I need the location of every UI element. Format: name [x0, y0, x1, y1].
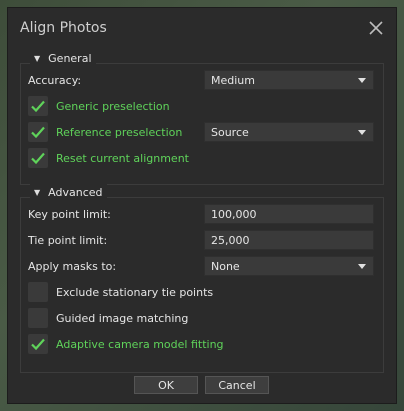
advanced-group-header[interactable]: ▼ Advanced — [30, 184, 107, 200]
checkmark-icon — [31, 100, 45, 113]
key-point-limit-value: 100,000 — [211, 207, 257, 221]
dropdown-arrow-icon — [358, 130, 366, 135]
ok-button[interactable]: OK — [134, 376, 198, 394]
collapse-triangle-icon: ▼ — [34, 187, 41, 197]
apply-masks-value: None — [211, 259, 240, 273]
reference-preselection-row[interactable]: Reference preselection — [28, 121, 182, 143]
checkmark-icon — [31, 152, 45, 165]
generic-preselection-checkbox[interactable] — [28, 96, 48, 116]
checkmark-icon — [31, 338, 45, 351]
key-point-limit-label: Key point limit: — [28, 207, 111, 221]
adaptive-fitting-label: Adaptive camera model fitting — [56, 337, 224, 351]
accuracy-value: Medium — [211, 73, 255, 87]
close-icon[interactable] — [368, 20, 384, 36]
generic-preselection-label: Generic preselection — [56, 99, 170, 113]
adaptive-fitting-checkbox[interactable] — [28, 334, 48, 354]
reset-alignment-row[interactable]: Reset current alignment — [28, 147, 189, 169]
general-group-header[interactable]: ▼ General — [30, 50, 96, 66]
general-header-label: General — [48, 51, 92, 65]
title-bar: Align Photos — [8, 8, 396, 52]
apply-masks-row: Apply masks to: — [28, 255, 116, 277]
accuracy-label: Accuracy: — [28, 73, 82, 87]
accuracy-dropdown[interactable]: Medium — [204, 70, 374, 90]
reference-preselection-label: Reference preselection — [56, 125, 183, 139]
align-photos-dialog: Align Photos ▼ General Accuracy: Medium … — [7, 7, 397, 404]
tie-point-limit-value: 25,000 — [211, 233, 250, 247]
reference-preselection-value: Source — [211, 125, 249, 139]
key-point-limit-row: Key point limit: — [28, 203, 111, 225]
dropdown-arrow-icon — [358, 78, 366, 83]
reset-alignment-checkbox[interactable] — [28, 148, 48, 168]
cancel-button[interactable]: Cancel — [205, 376, 269, 394]
exclude-stationary-label: Exclude stationary tie points — [56, 285, 214, 299]
reference-preselection-checkbox[interactable] — [28, 122, 48, 142]
key-point-limit-input[interactable]: 100,000 — [204, 204, 374, 224]
reference-preselection-dropdown[interactable]: Source — [204, 122, 374, 142]
dropdown-arrow-icon — [358, 264, 366, 269]
dialog-title: Align Photos — [20, 20, 107, 36]
generic-preselection-row[interactable]: Generic preselection — [28, 95, 170, 117]
reset-alignment-label: Reset current alignment — [56, 151, 189, 165]
exclude-stationary-checkbox[interactable] — [28, 282, 48, 302]
accuracy-row: Accuracy: — [28, 69, 81, 91]
guided-matching-label: Guided image matching — [56, 311, 189, 325]
guided-matching-row[interactable]: Guided image matching — [28, 307, 188, 329]
apply-masks-label: Apply masks to: — [28, 259, 117, 273]
advanced-header-label: Advanced — [48, 185, 103, 199]
guided-matching-checkbox[interactable] — [28, 308, 48, 328]
tie-point-limit-label: Tie point limit: — [28, 233, 108, 247]
apply-masks-dropdown[interactable]: None — [204, 256, 374, 276]
exclude-stationary-row[interactable]: Exclude stationary tie points — [28, 281, 213, 303]
tie-point-limit-input[interactable]: 25,000 — [204, 230, 374, 250]
collapse-triangle-icon: ▼ — [34, 53, 41, 63]
checkmark-icon — [31, 126, 45, 139]
adaptive-fitting-row[interactable]: Adaptive camera model fitting — [28, 333, 224, 355]
tie-point-limit-row: Tie point limit: — [28, 229, 107, 251]
